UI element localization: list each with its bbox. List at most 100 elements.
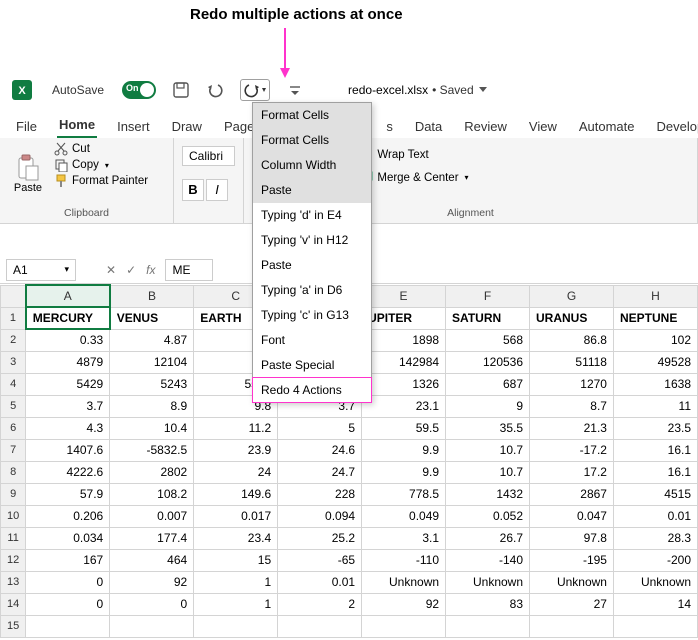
cell[interactable] bbox=[530, 615, 614, 637]
italic-button[interactable]: I bbox=[206, 179, 228, 201]
cell[interactable]: 92 bbox=[110, 571, 194, 593]
redo-history-item[interactable]: Typing 'v' in H12 bbox=[253, 228, 371, 253]
cell[interactable]: 2 bbox=[278, 593, 362, 615]
cell[interactable]: -65 bbox=[278, 549, 362, 571]
cell[interactable] bbox=[446, 615, 530, 637]
cell[interactable]: 24.6 bbox=[278, 439, 362, 461]
cell[interactable]: 27 bbox=[530, 593, 614, 615]
bold-button[interactable]: B bbox=[182, 179, 204, 201]
redo-history-item[interactable]: Paste Special bbox=[253, 353, 371, 378]
cell[interactable]: 17.2 bbox=[530, 461, 614, 483]
save-icon[interactable] bbox=[172, 81, 190, 99]
cell[interactable] bbox=[362, 615, 446, 637]
qat-customize-icon[interactable] bbox=[286, 81, 304, 99]
redo-history-item[interactable]: Paste bbox=[253, 253, 371, 278]
cell[interactable]: 23.9 bbox=[194, 439, 278, 461]
cell[interactable]: 16.1 bbox=[613, 461, 697, 483]
cell[interactable]: 0.017 bbox=[194, 505, 278, 527]
cell[interactable]: 86.8 bbox=[530, 329, 614, 351]
cell[interactable]: 149.6 bbox=[194, 483, 278, 505]
row-header[interactable]: 11 bbox=[1, 527, 26, 549]
cell[interactable]: 102 bbox=[613, 329, 697, 351]
tab-draw[interactable]: Draw bbox=[170, 115, 204, 138]
cell[interactable]: Unknown bbox=[362, 571, 446, 593]
cell[interactable]: 26.7 bbox=[446, 527, 530, 549]
redo-history-item[interactable]: Format Cells bbox=[253, 128, 371, 153]
cell[interactable]: Unknown bbox=[446, 571, 530, 593]
cell[interactable] bbox=[110, 615, 194, 637]
cell[interactable]: 1898 bbox=[362, 329, 446, 351]
cell[interactable] bbox=[278, 615, 362, 637]
cell[interactable]: 1326 bbox=[362, 373, 446, 395]
cut-button[interactable]: Cut bbox=[54, 142, 148, 156]
cell[interactable]: 1432 bbox=[446, 483, 530, 505]
tab-review[interactable]: Review bbox=[462, 115, 509, 138]
cell[interactable]: -140 bbox=[446, 549, 530, 571]
cell[interactable]: 0.094 bbox=[278, 505, 362, 527]
redo-history-item[interactable]: Typing 'a' in D6 bbox=[253, 278, 371, 303]
row-header[interactable]: 14 bbox=[1, 593, 26, 615]
cell[interactable]: 11.2 bbox=[194, 417, 278, 439]
cell[interactable]: 49528 bbox=[613, 351, 697, 373]
tab-hidden-s[interactable]: s bbox=[384, 115, 395, 138]
cell[interactable]: 0.007 bbox=[110, 505, 194, 527]
cell[interactable]: 778.5 bbox=[362, 483, 446, 505]
tab-insert[interactable]: Insert bbox=[115, 115, 152, 138]
row-header[interactable]: 6 bbox=[1, 417, 26, 439]
undo-icon[interactable] bbox=[206, 81, 224, 99]
cell[interactable]: 0 bbox=[110, 593, 194, 615]
cell[interactable]: 5 bbox=[278, 417, 362, 439]
cell[interactable]: 24 bbox=[194, 461, 278, 483]
tab-developer[interactable]: Developer bbox=[655, 115, 698, 138]
cell[interactable]: 4515 bbox=[613, 483, 697, 505]
cell[interactable]: 0 bbox=[26, 593, 110, 615]
enter-icon[interactable]: ✓ bbox=[126, 263, 136, 277]
tab-home[interactable]: Home bbox=[57, 113, 97, 138]
paste-button[interactable]: Paste bbox=[8, 142, 48, 205]
cell[interactable]: 10.7 bbox=[446, 439, 530, 461]
cell[interactable]: 23.4 bbox=[194, 527, 278, 549]
column-header[interactable]: G bbox=[530, 285, 614, 307]
cell[interactable]: MERCURY bbox=[26, 307, 110, 329]
cell[interactable]: -200 bbox=[613, 549, 697, 571]
cancel-icon[interactable]: ✕ bbox=[106, 263, 116, 277]
row-header[interactable]: 15 bbox=[1, 615, 26, 637]
redo-dropdown-button[interactable] bbox=[240, 79, 270, 101]
row-header[interactable]: 13 bbox=[1, 571, 26, 593]
cell[interactable]: -5832.5 bbox=[110, 439, 194, 461]
cell[interactable]: 4222.6 bbox=[26, 461, 110, 483]
cell[interactable]: 8.9 bbox=[110, 395, 194, 417]
cell[interactable]: 1 bbox=[194, 571, 278, 593]
cell[interactable]: 120536 bbox=[446, 351, 530, 373]
redo-history-item[interactable]: Typing 'd' in E4 bbox=[253, 203, 371, 228]
cell[interactable]: 97.8 bbox=[530, 527, 614, 549]
cell[interactable]: 28.3 bbox=[613, 527, 697, 549]
row-header[interactable]: 1 bbox=[1, 307, 26, 329]
wrap-text-button[interactable]: Wrap Text bbox=[359, 146, 468, 163]
tab-automate[interactable]: Automate bbox=[577, 115, 637, 138]
cell[interactable]: 0.01 bbox=[613, 505, 697, 527]
select-all-corner[interactable] bbox=[1, 285, 26, 307]
cell[interactable]: Unknown bbox=[530, 571, 614, 593]
cell[interactable]: 10.4 bbox=[110, 417, 194, 439]
cell[interactable]: 57.9 bbox=[26, 483, 110, 505]
cell[interactable]: -195 bbox=[530, 549, 614, 571]
tab-file[interactable]: File bbox=[14, 115, 39, 138]
row-header[interactable]: 7 bbox=[1, 439, 26, 461]
cell[interactable] bbox=[613, 615, 697, 637]
row-header[interactable]: 12 bbox=[1, 549, 26, 571]
cell[interactable]: 568 bbox=[446, 329, 530, 351]
cell[interactable]: -17.2 bbox=[530, 439, 614, 461]
cell[interactable]: 16.1 bbox=[613, 439, 697, 461]
cell[interactable]: NEPTUNE bbox=[613, 307, 697, 329]
cell[interactable]: 5429 bbox=[26, 373, 110, 395]
cell[interactable]: -110 bbox=[362, 549, 446, 571]
cell[interactable]: 464 bbox=[110, 549, 194, 571]
cell[interactable]: 4.3 bbox=[26, 417, 110, 439]
cell[interactable]: 228 bbox=[278, 483, 362, 505]
cell[interactable]: 0.047 bbox=[530, 505, 614, 527]
row-header[interactable]: 3 bbox=[1, 351, 26, 373]
cell[interactable]: 1638 bbox=[613, 373, 697, 395]
cell[interactable]: 23.5 bbox=[613, 417, 697, 439]
cell[interactable]: 14 bbox=[613, 593, 697, 615]
